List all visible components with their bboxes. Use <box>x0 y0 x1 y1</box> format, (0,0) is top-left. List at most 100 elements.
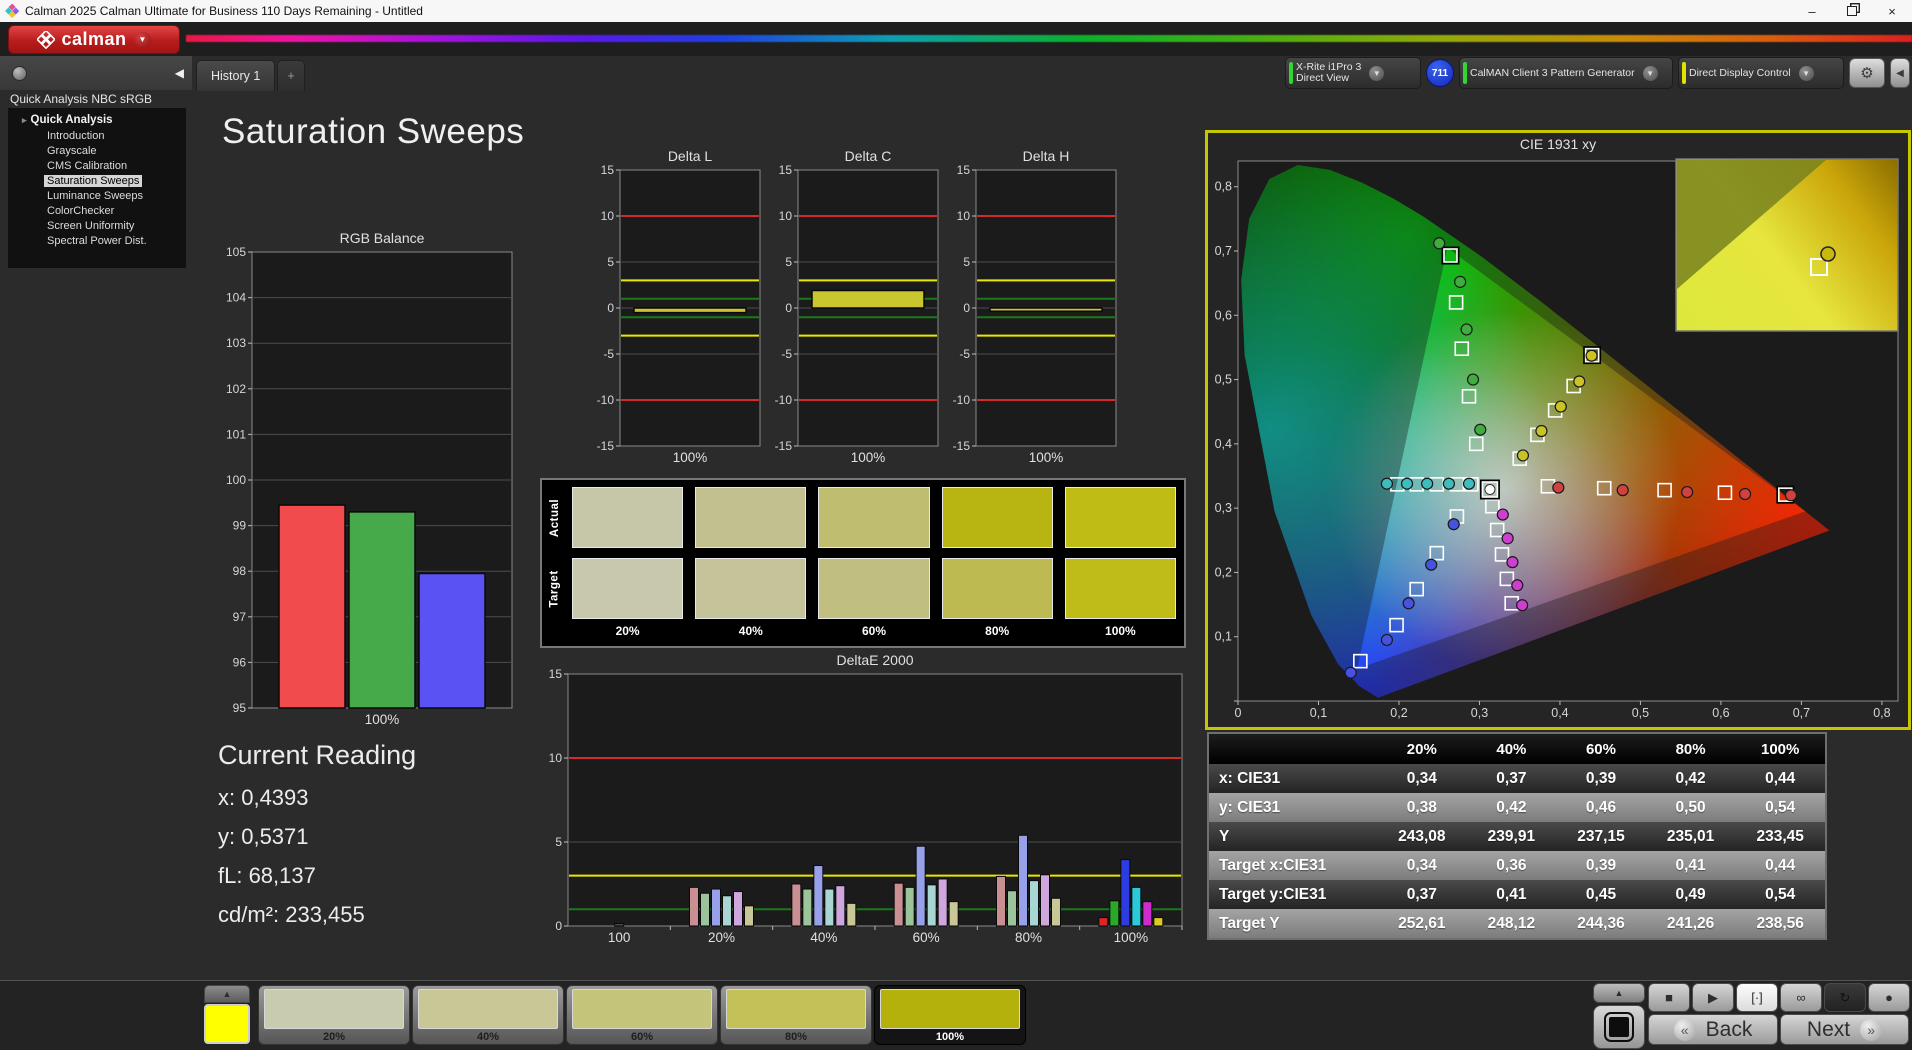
meter-status-bar <box>1289 62 1293 84</box>
svg-text:96: 96 <box>233 655 247 669</box>
table-cell: 0,41 <box>1675 856 1706 874</box>
pattern-swatch <box>264 989 404 1029</box>
pattern-expand-button[interactable]: ▲ <box>204 985 250 1003</box>
table-cell: 0,54 <box>1765 798 1796 816</box>
svg-text:101: 101 <box>226 427 246 441</box>
sidebar-title: Quick Analysis NBC sRGB <box>10 92 153 106</box>
swatch-corner <box>544 624 566 644</box>
chevrons-left-icon: « <box>1673 1018 1696 1041</box>
layout-tree: ▸ Quick Analysis Introduction Grayscale CMS … <box>8 108 186 268</box>
table-row-label: Target x:CIE31 <box>1219 856 1327 874</box>
svg-text:0,1: 0,1 <box>1215 630 1232 644</box>
swatch-actual-20% <box>572 487 684 548</box>
sidebar-item-introduction[interactable]: Introduction <box>8 128 186 143</box>
loop-infinite-button[interactable]: ∞ <box>1780 983 1822 1012</box>
cie-1931-chart: 0 0,1 0,1 0,2 0,2 0,3 0,3 0,4 0,4 0,5 0,5 0,6 0,6 0,7… <box>1208 155 1908 725</box>
swatch-target-20% <box>572 558 684 619</box>
stop-icon: ■ <box>1665 990 1673 1005</box>
table-cell: 238,56 <box>1756 914 1804 932</box>
svg-text:5: 5 <box>963 255 970 269</box>
tab-history-1[interactable]: History 1 <box>196 60 276 91</box>
window-titlebar: Calman 2025 Calman Ultimate for Business… <box>0 0 1912 22</box>
next-button[interactable]: Next » <box>1780 1014 1909 1045</box>
logo-dropdown-icon[interactable]: ▼ <box>134 31 151 48</box>
sidebar-item-luminance-sweeps[interactable]: Luminance Sweeps <box>8 188 186 203</box>
svg-text:-15: -15 <box>953 439 971 453</box>
sidebar-collapse-icon[interactable]: ◀ <box>175 66 184 80</box>
current-reading-title: Current Reading <box>218 740 417 770</box>
sidebar-item-grayscale[interactable]: Grayscale <box>8 143 186 158</box>
pattern-window-button[interactable]: [·] <box>1736 983 1778 1012</box>
current-reading-fl: fL: 68,137 <box>218 863 316 888</box>
minimize-button[interactable]: – <box>1792 0 1832 22</box>
meter-badge[interactable]: 711 <box>1426 59 1454 87</box>
table-cell: 0,41 <box>1496 885 1527 903</box>
sidebar-item-cms-calibration[interactable]: CMS Calibration <box>8 158 186 173</box>
rainbow-strip <box>186 35 1912 42</box>
svg-text:100%: 100% <box>1029 450 1064 465</box>
pattern-button-40[interactable]: 40% <box>412 985 564 1045</box>
deltae-2000-chart: DeltaE 2000 0 5 10 15 100 20% 40% 60% 80% 100% <box>540 652 1190 948</box>
svg-text:-10: -10 <box>597 393 615 407</box>
restore-button[interactable] <box>1832 0 1872 22</box>
blank-button[interactable]: ● <box>1868 983 1910 1012</box>
pattern-label: 60% <box>630 1031 654 1043</box>
sync-button[interactable]: ↻ <box>1824 983 1866 1012</box>
workflow-options-button[interactable] <box>12 65 27 81</box>
stop-button[interactable]: ■ <box>1648 983 1690 1012</box>
pattern-swatch <box>880 989 1020 1029</box>
calman-diamond-icon <box>37 30 56 49</box>
table-header-cell: 60% <box>1585 740 1616 758</box>
pattern-button-80[interactable]: 80% <box>720 985 872 1045</box>
table-row-label: Y <box>1219 827 1230 845</box>
sidebar-item-screen-uniformity[interactable]: Screen Uniformity <box>8 218 186 233</box>
current-reading-cdm2: cd/m²: 233,455 <box>218 902 365 927</box>
toolbar: ◀ History 1 + X-Rite i1Pro 3 Direct View ▼… <box>0 56 1912 91</box>
svg-text:RGB Balance: RGB Balance <box>340 230 425 246</box>
pattern-button-60[interactable]: 60% <box>566 985 718 1045</box>
chevron-left-icon: ◀ <box>1896 67 1904 79</box>
read-continuous-button[interactable] <box>1593 1005 1645 1049</box>
pattern-button-20[interactable]: 20% <box>258 985 410 1045</box>
close-button[interactable]: × <box>1872 0 1912 22</box>
source-status-bar <box>1463 62 1467 84</box>
tree-root[interactable]: ▸ Quick Analysis <box>8 112 186 128</box>
delta-c-chart: Delta C -15 -10 -5 0 5 10 15 100% <box>764 148 946 468</box>
swatch-column-label: 80% <box>985 624 1010 638</box>
tab-+[interactable]: + <box>277 60 305 91</box>
swatch-panel: Actual Target 20% 40% 60% 80% 100% <box>540 478 1186 648</box>
pattern-button-100[interactable]: 100% <box>874 985 1026 1045</box>
svg-text:0,2: 0,2 <box>1390 706 1407 720</box>
meter-dropdown[interactable]: X-Rite i1Pro 3 Direct View ▼ <box>1285 57 1421 89</box>
sidebar-header: ◀ <box>0 56 192 90</box>
current-reading-x: x: 0,4393 <box>218 785 309 810</box>
current-pattern-swatch <box>204 1004 250 1044</box>
svg-text:0,5: 0,5 <box>1632 706 1649 720</box>
transport-expand-button[interactable]: ▲ <box>1593 983 1645 1003</box>
back-button[interactable]: « Back <box>1648 1014 1778 1045</box>
svg-text:0,7: 0,7 <box>1793 706 1810 720</box>
svg-text:97: 97 <box>233 610 247 624</box>
table-row: Target x:CIE31 0,34 0,36 0,39 0,41 0,44 <box>1209 851 1825 880</box>
play-button[interactable]: ▶ <box>1692 983 1734 1012</box>
swatch-target-80% <box>941 558 1053 619</box>
table-row-label: Target y:CIE31 <box>1219 885 1327 903</box>
pattern-generator-dropdown[interactable]: CalMAN Client 3 Pattern Generator ▼ <box>1459 57 1673 89</box>
svg-text:-15: -15 <box>775 439 793 453</box>
panel-collapse-button[interactable]: ◀ <box>1890 58 1910 88</box>
settings-button[interactable]: ⚙ <box>1849 58 1885 88</box>
calman-app-window: Calman 2025 Calman Ultimate for Business… <box>0 0 1912 1050</box>
display-control-dropdown[interactable]: Direct Display Control ▼ <box>1678 57 1844 89</box>
expander-icon: ▸ <box>22 115 27 125</box>
table-cell: 0,44 <box>1765 856 1796 874</box>
sidebar-item-saturation-sweeps[interactable]: Saturation Sweeps <box>8 173 186 188</box>
sidebar-item-spectral-power-dist-[interactable]: Spectral Power Dist. <box>8 233 186 248</box>
table-cell: 0,45 <box>1585 885 1617 903</box>
table-cell: 239,91 <box>1487 827 1536 845</box>
device-controls: X-Rite i1Pro 3 Direct View ▼ 711 CalMAN C… <box>1285 57 1910 89</box>
calman-logo-menu[interactable]: calman ▼ <box>8 25 180 54</box>
swatch-actual-80% <box>941 487 1053 548</box>
sidebar-item-colorchecker[interactable]: ColorChecker <box>8 203 186 218</box>
svg-text:5: 5 <box>785 255 792 269</box>
table-header-cell: 20% <box>1406 740 1437 758</box>
